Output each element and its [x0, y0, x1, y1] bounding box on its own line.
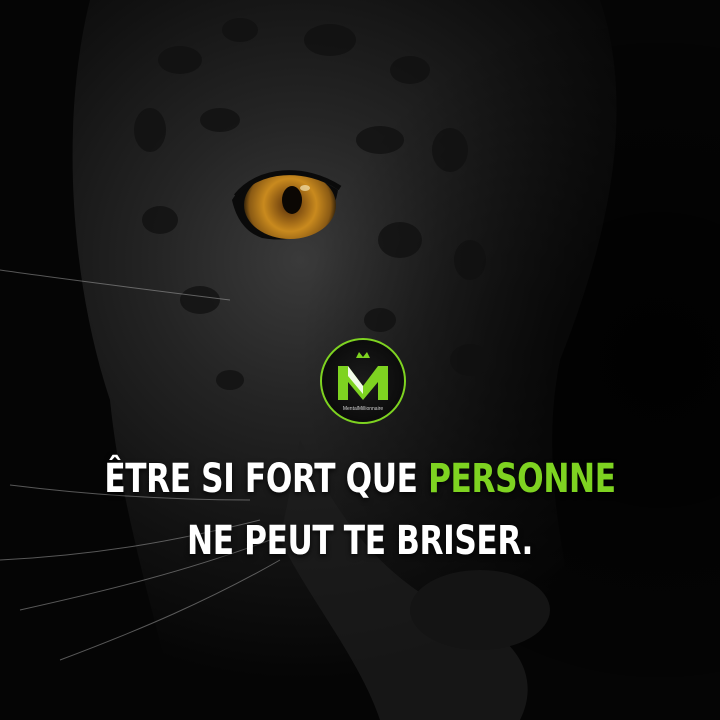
brand-logo: MentalMillionnaire — [320, 338, 406, 424]
quote-text: ÊTRE SI FORT QUE PERSONNE NE PEUT TE BRI… — [79, 448, 641, 572]
quote-line-1-prefix: ÊTRE SI FORT QUE — [104, 456, 429, 502]
quote-line-2: NE PEUT TE BRISER. — [186, 518, 534, 564]
post-canvas: MentalMillionnaire ÊTRE SI FORT QUE PERS… — [0, 0, 720, 720]
logo-wordmark: MentalMillionnaire — [343, 406, 384, 412]
quote-line-1: ÊTRE SI FORT QUE PERSONNE — [79, 448, 641, 510]
quote-highlight-word: PERSONNE — [428, 456, 616, 502]
